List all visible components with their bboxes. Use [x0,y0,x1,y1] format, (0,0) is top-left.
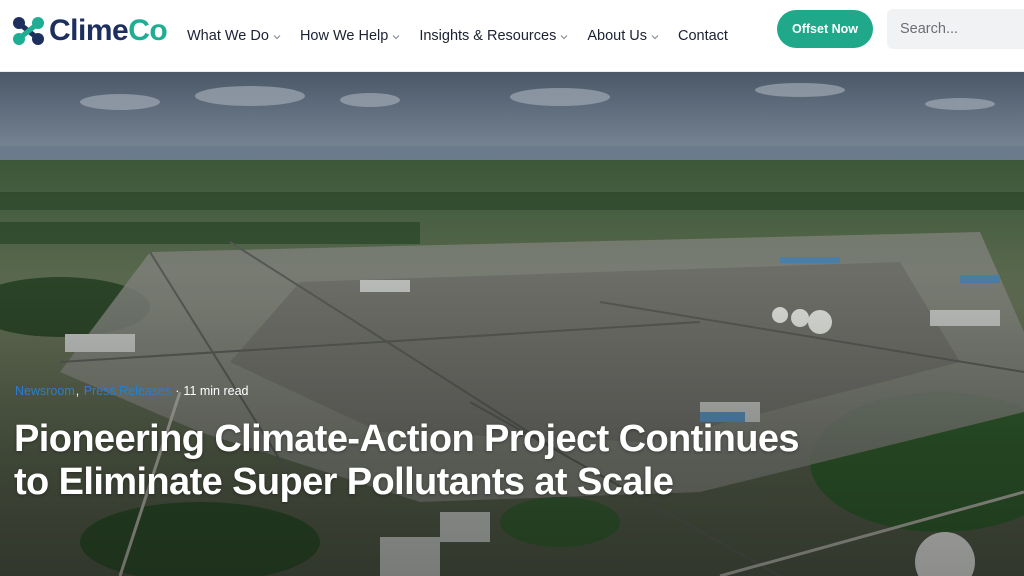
site-header: ClimeCo What We Do How We Help Insights … [0,0,1024,72]
nav-insights-resources[interactable]: Insights & Resources [419,28,568,44]
category-newsroom-link[interactable]: Newsroom [15,384,75,398]
category-separator: , [75,384,83,398]
nav-about-us[interactable]: About Us [587,28,659,44]
nav-label: About Us [587,28,647,44]
nav-label: How We Help [299,28,389,44]
search-input[interactable] [887,9,1024,49]
read-time: 11 min read [183,384,249,398]
main-nav: What We Do How We Help Insights & Resour… [187,0,747,72]
nav-contact[interactable]: Contact [678,28,728,44]
chevron-down-icon [392,34,400,39]
chevron-down-icon [273,34,281,39]
category-press-releases-link[interactable]: Press Releases [84,384,172,398]
nav-how-we-help[interactable]: How We Help [300,28,400,44]
nav-label: What We Do [187,28,269,44]
offset-now-button[interactable]: Offset Now [777,10,873,48]
nav-label: Insights & Resources [419,28,557,44]
hero-banner: Newsroom , Press Releases · 11 min read … [0,72,1024,576]
nav-label: Contact [677,28,728,44]
search-box [887,9,1024,49]
logo-wordmark: ClimeCo [49,14,168,47]
chevron-down-icon [651,34,659,39]
nav-what-we-do[interactable]: What We Do [187,28,281,44]
climeco-logo[interactable]: ClimeCo [12,14,168,48]
meta-divider: · [175,384,180,398]
chevron-down-icon [560,34,568,39]
article-meta: Newsroom , Press Releases · 11 min read [15,384,249,398]
climeco-logo-icon [13,17,44,45]
article-title: Pioneering Climate-Action Project Contin… [14,418,800,503]
